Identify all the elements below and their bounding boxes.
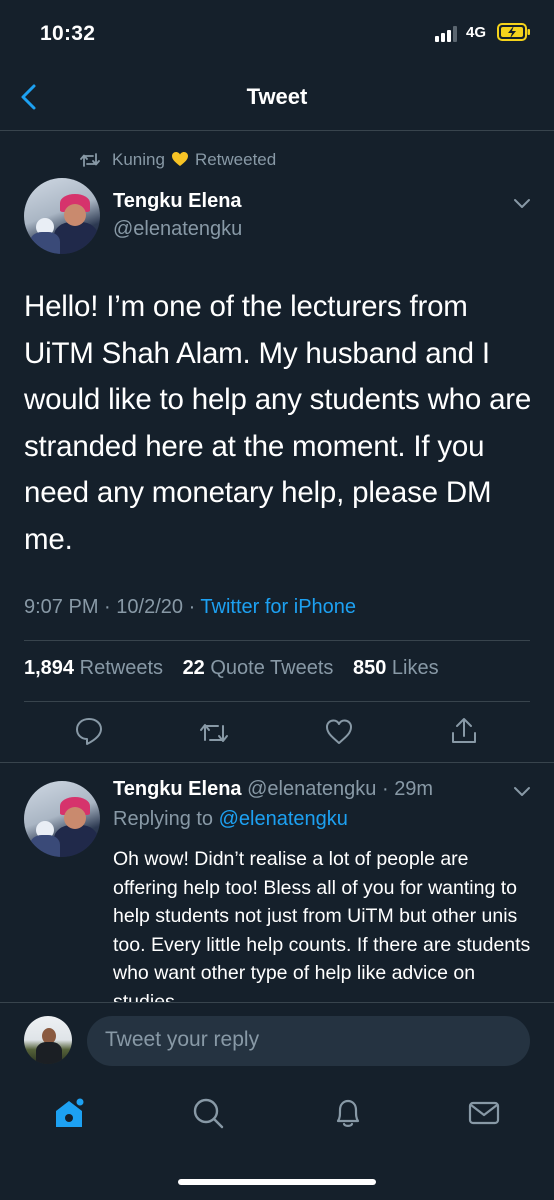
quote-tweets-label[interactable]: Quote Tweets (210, 657, 333, 679)
like-icon[interactable] (324, 717, 354, 747)
tweet-text: Hello! I’m one of the lecturers from UiT… (24, 290, 532, 556)
meta-divider (24, 640, 530, 641)
reply-author-handle[interactable]: @elenatengku (247, 778, 376, 800)
tweet-stats: 1,894 Retweets 22 Quote Tweets 850 Likes (24, 657, 453, 680)
page-title: Tweet (246, 84, 308, 109)
search-icon[interactable] (191, 1096, 225, 1130)
retweeted-label: Retweeted (194, 150, 277, 169)
likes-count[interactable]: 850 (353, 657, 386, 679)
reply-body-clip: Oh wow! Didn’t realise a lot of people a… (0, 840, 554, 1002)
tweet-date: 10/2/20 (116, 596, 183, 618)
user-avatar[interactable] (24, 1016, 72, 1064)
battery-icon (497, 23, 530, 41)
reply-author-name[interactable]: Tengku Elena (113, 778, 242, 800)
reply-input[interactable]: Tweet your reply (87, 1016, 530, 1066)
quote-tweets-count[interactable]: 22 (183, 657, 205, 679)
header-divider (0, 130, 554, 131)
chevron-down-icon[interactable] (513, 198, 531, 210)
network-label: 4G (466, 24, 487, 41)
retweet-context-icon (80, 153, 100, 167)
home-icon[interactable] (52, 1096, 86, 1130)
likes-label[interactable]: Likes (392, 657, 439, 679)
retweet-context[interactable]: Kuning Retweeted (112, 150, 276, 170)
reply-age: 29m (394, 778, 434, 800)
retweets-count[interactable]: 1,894 (24, 657, 74, 679)
tweet-meta: 9:07 PM · 10/2/20 · Twitter for iPhone (24, 596, 357, 618)
stats-divider (24, 701, 530, 702)
tweet-source[interactable]: Twitter for iPhone (200, 596, 356, 618)
replying-to: Replying to @elenatengku (113, 808, 348, 831)
reply-chevron-down-icon[interactable] (513, 786, 531, 798)
actions-divider (0, 762, 554, 763)
retweet-icon[interactable] (199, 718, 229, 748)
composer-divider (0, 1002, 554, 1003)
notifications-bell-icon[interactable] (331, 1096, 365, 1130)
status-time: 10:32 (40, 22, 96, 45)
signal-icon (435, 26, 457, 42)
tweet-time: 9:07 PM (24, 596, 99, 618)
author-avatar[interactable] (24, 178, 100, 254)
retweeter-name: Kuning (112, 150, 165, 169)
reply-icon[interactable] (74, 716, 104, 746)
replying-label: Replying to (113, 808, 214, 830)
messages-mail-icon[interactable] (467, 1096, 501, 1130)
author-handle[interactable]: @elenatengku (113, 218, 242, 241)
home-indicator (178, 1179, 376, 1185)
share-icon[interactable] (449, 716, 479, 746)
reply-text: Oh wow! Didn’t realise a lot of people a… (113, 848, 531, 1002)
replying-handle[interactable]: @elenatengku (219, 808, 348, 830)
author-name[interactable]: Tengku Elena (113, 190, 242, 213)
retweets-label[interactable]: Retweets (80, 657, 163, 679)
reply-header[interactable]: Tengku Elena @elenatengku · 29m (113, 778, 433, 801)
yellow-heart-emoji-icon (171, 152, 188, 166)
